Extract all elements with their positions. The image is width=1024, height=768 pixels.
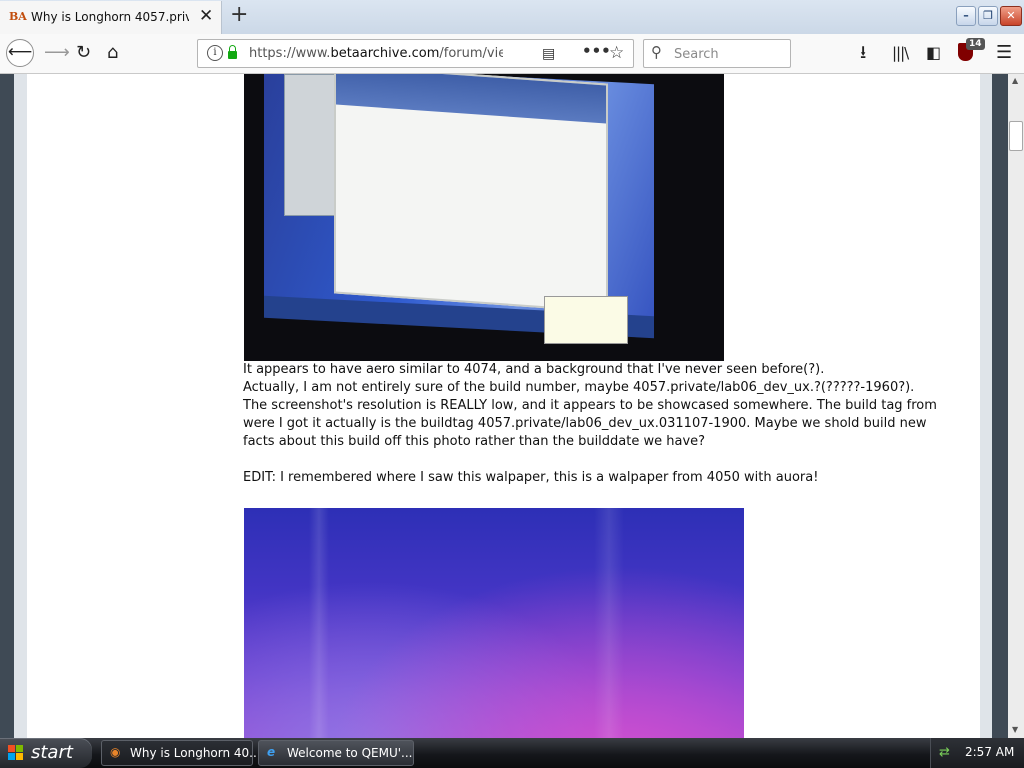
clock[interactable]: 2:57 AM xyxy=(965,745,1014,759)
vertical-scrollbar[interactable]: ▲ ▼ xyxy=(1008,74,1024,738)
windows-taskbar: start ◉ Why is Longhorn 40... e Welcome … xyxy=(0,738,1024,768)
bookmark-star-icon[interactable]: ☆ xyxy=(609,43,624,63)
post-paragraph: The screenshot's resolution is REALLY lo… xyxy=(243,398,937,449)
search-placeholder: Search xyxy=(674,47,719,62)
navigation-toolbar: ⟵ ⟶ ↻ ⌂ i https://www.betaarchive.com/fo… xyxy=(0,34,1024,74)
downloads-icon[interactable]: ⭳ xyxy=(860,42,866,64)
back-button[interactable]: ⟵ xyxy=(6,39,34,67)
taskbar-item-ie[interactable]: e Welcome to QEMU'... xyxy=(258,740,414,766)
secure-lock-icon[interactable] xyxy=(228,45,237,59)
address-bar[interactable]: i https://www.betaarchive.com/forum/view… xyxy=(197,39,634,68)
forward-button[interactable]: ⟶ xyxy=(44,42,70,64)
home-button[interactable]: ⌂ xyxy=(107,42,118,64)
url-text[interactable]: https://www.betaarchive.com/forum/viewto… xyxy=(249,46,503,61)
new-tab-button[interactable]: + xyxy=(230,2,248,27)
reload-button[interactable]: ↻ xyxy=(76,42,91,64)
photo-explorer-window xyxy=(334,74,608,313)
tab-strip: BA Why is Longhorn 4057.private/lab06_de… xyxy=(0,0,1024,34)
close-window-button[interactable]: ✕ xyxy=(1000,6,1022,26)
page-left-border xyxy=(0,74,14,738)
start-button[interactable]: start xyxy=(0,738,92,768)
page-right-border xyxy=(992,74,1008,738)
photo-window-header xyxy=(336,74,606,124)
scroll-up-icon[interactable]: ▲ xyxy=(1012,76,1018,85)
system-tray: ⇄ 2:57 AM xyxy=(930,738,1024,768)
taskbar-item-label: Why is Longhorn 40... xyxy=(130,746,261,760)
sidebar-toggle-icon[interactable]: ◧ xyxy=(926,42,941,64)
ublock-badge: 14 xyxy=(966,38,985,50)
search-icon: ⚲ xyxy=(651,43,662,61)
photo-notification-balloon xyxy=(544,296,628,344)
site-info-icon[interactable]: i xyxy=(207,45,223,61)
hamburger-menu-icon[interactable]: ☰ xyxy=(996,42,1012,64)
windows-logo-icon xyxy=(8,745,24,761)
search-box[interactable]: ⚲ Search xyxy=(643,39,791,68)
library-icon[interactable]: |||\ xyxy=(892,42,909,64)
firefox-icon: ◉ xyxy=(110,745,121,759)
post-paragraph: Actually, I am not entirely sure of the … xyxy=(243,380,915,395)
betaarchive-favicon-icon: BA xyxy=(9,10,27,23)
url-scheme: https://www. xyxy=(249,46,331,61)
scrollbar-thumb[interactable] xyxy=(1009,121,1023,151)
post-body: It appears to have aero similar to 4074,… xyxy=(243,361,953,487)
tab-title: Why is Longhorn 4057.private/lab06_dev_u… xyxy=(31,10,189,24)
browser-tab[interactable]: BA Why is Longhorn 4057.private/lab06_de… xyxy=(0,1,222,34)
url-path: /forum/viewtopic xyxy=(439,46,503,61)
scroll-down-icon[interactable]: ▼ xyxy=(1012,725,1018,734)
post-edit-note: EDIT: I remembered where I saw this walp… xyxy=(243,470,819,485)
tab-close-icon[interactable]: ✕ xyxy=(199,6,213,26)
url-domain: betaarchive.com xyxy=(330,46,440,61)
post-paragraph: It appears to have aero similar to 4074,… xyxy=(243,362,825,377)
maximize-button[interactable]: ❐ xyxy=(978,6,998,26)
reader-view-icon[interactable]: ▤ xyxy=(542,46,555,62)
page-actions-icon[interactable]: ••• xyxy=(582,42,611,60)
page-viewport: It appears to have aero similar to 4074,… xyxy=(0,74,1008,738)
start-label: start xyxy=(31,742,73,763)
aurora-wallpaper-image xyxy=(244,508,744,738)
longhorn-photo-image xyxy=(244,74,724,361)
ie-icon: e xyxy=(267,745,276,759)
taskbar-item-label: Welcome to QEMU'... xyxy=(287,746,413,760)
network-icon[interactable]: ⇄ xyxy=(939,745,950,760)
taskbar-item-firefox[interactable]: ◉ Why is Longhorn 40... xyxy=(101,740,261,766)
minimize-button[interactable]: – xyxy=(956,6,976,26)
